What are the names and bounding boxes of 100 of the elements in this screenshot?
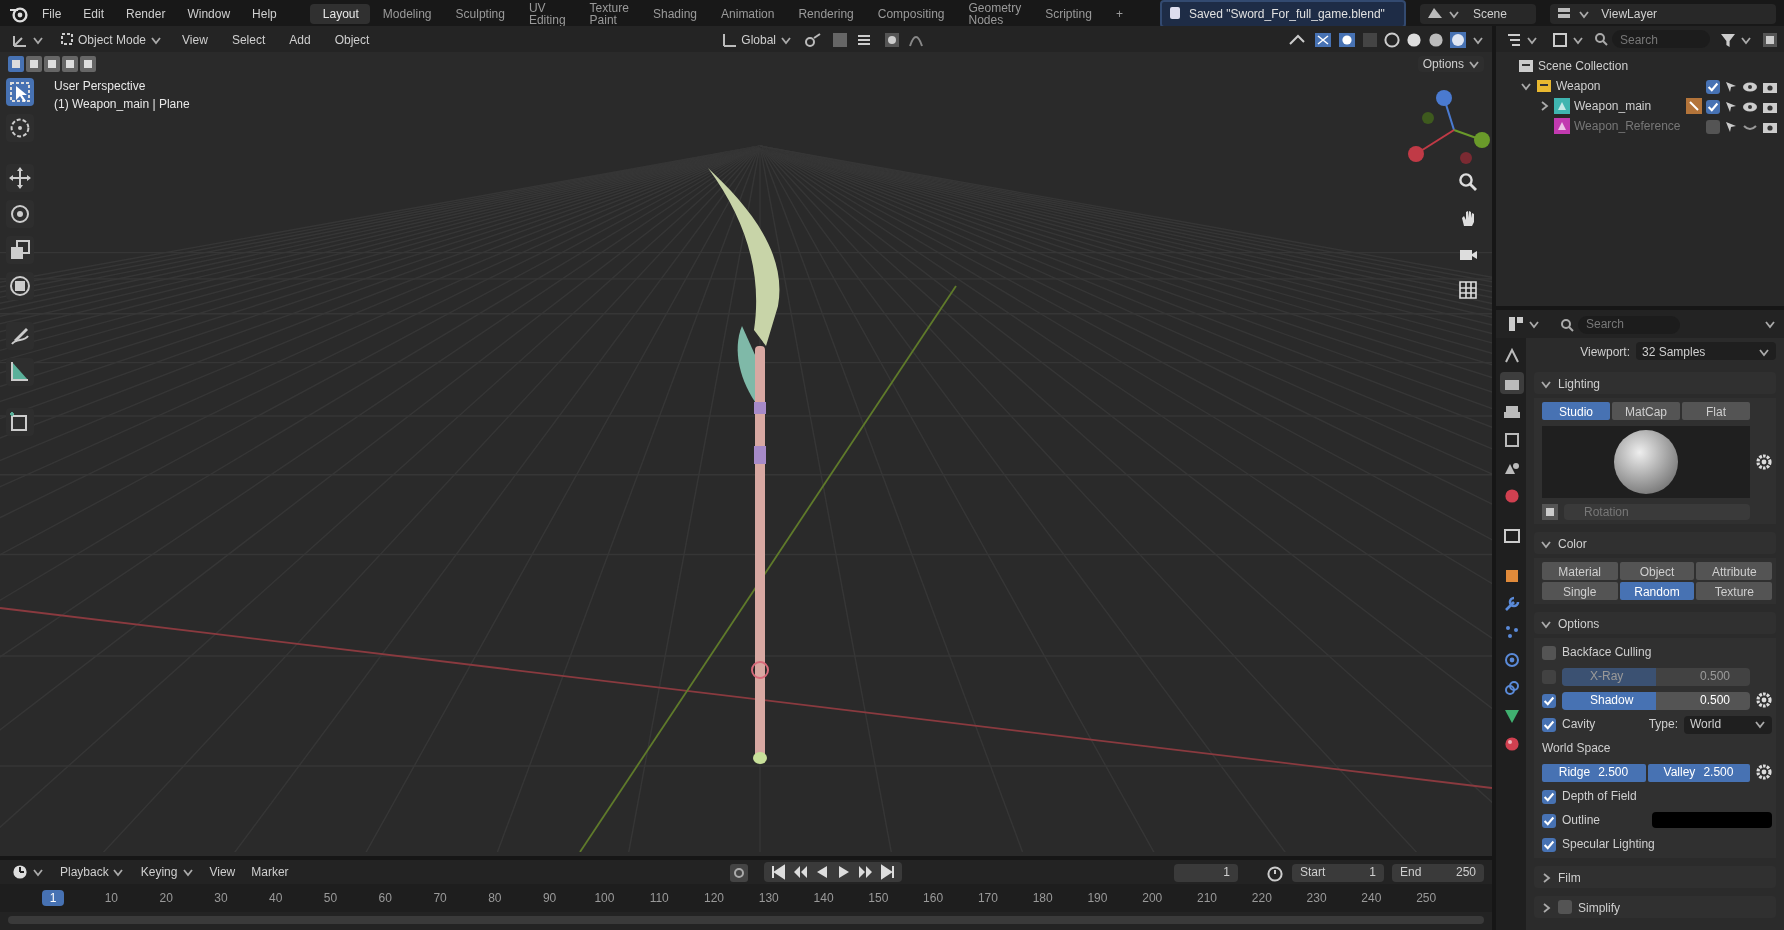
checkbox[interactable] <box>1542 645 1556 659</box>
sphere-drawing <box>1612 428 1680 496</box>
tool-button[interactable] <box>6 408 34 436</box>
filled-square-icon <box>1503 567 1519 583</box>
checkbox[interactable] <box>1558 900 1572 914</box>
studio-light-preview[interactable] <box>1542 426 1750 498</box>
scale-icon <box>8 238 32 262</box>
eye-icon[interactable] <box>1742 79 1758 93</box>
properties-tab[interactable] <box>1499 676 1523 698</box>
proportional-edit-icon[interactable] <box>884 31 900 47</box>
tool-button[interactable] <box>6 236 34 264</box>
tool-button[interactable] <box>6 78 34 106</box>
solid-shading-icon[interactable] <box>1406 31 1422 47</box>
chevron-down-icon[interactable] <box>1764 318 1776 330</box>
properties-tab[interactable] <box>1499 524 1523 546</box>
chevron-down-icon <box>780 33 792 45</box>
axes-icon <box>12 31 28 47</box>
tool-button[interactable] <box>6 322 34 350</box>
camera-icon[interactable] <box>1762 79 1778 93</box>
magnifier-icon[interactable] <box>1458 172 1478 192</box>
falloff-curve-icon[interactable] <box>908 31 924 47</box>
properties-tab[interactable] <box>1499 400 1523 422</box>
printer-icon <box>1503 403 1519 419</box>
jump-end-icon[interactable] <box>880 864 897 880</box>
sphere-icon <box>1503 735 1519 751</box>
axes-icon <box>721 31 738 47</box>
properties-tab[interactable] <box>1499 344 1523 366</box>
editor-type-button[interactable] <box>1504 314 1544 334</box>
editor-type-button[interactable] <box>8 862 48 882</box>
new-collection-icon[interactable] <box>1762 31 1778 47</box>
record-icon[interactable] <box>730 863 749 881</box>
play-icon[interactable] <box>836 864 853 880</box>
cube-icon <box>8 410 32 434</box>
chevron-down-icon <box>181 866 194 878</box>
overlays-icon[interactable] <box>1338 31 1356 47</box>
modifier-wrench-icon <box>1686 98 1702 114</box>
editor-type-button[interactable] <box>1502 29 1542 49</box>
list-icon <box>1506 31 1522 47</box>
filter-button[interactable] <box>1716 29 1756 49</box>
tool-button[interactable] <box>6 164 34 192</box>
chevron-down-icon[interactable] <box>1472 33 1484 45</box>
globe-icon <box>1503 487 1519 503</box>
hand-icon[interactable] <box>1458 208 1478 228</box>
orbit-icon <box>1503 651 1519 667</box>
previous-keyframe-icon[interactable] <box>792 864 809 880</box>
properties-icon <box>1508 316 1524 332</box>
gear-icon[interactable] <box>1756 692 1772 708</box>
tool-button[interactable] <box>6 272 34 300</box>
checkbox[interactable] <box>1542 717 1556 731</box>
chevron-down-icon <box>112 866 125 878</box>
chevron-down-icon <box>1526 33 1538 45</box>
axis-gizmo-drawing <box>1408 90 1490 164</box>
ruler-icon <box>8 360 32 384</box>
tool-button[interactable] <box>6 114 34 142</box>
transform-icon <box>8 274 32 298</box>
snap-increment-icon[interactable] <box>856 31 876 47</box>
wrench-icon <box>1503 595 1519 611</box>
checkbox[interactable] <box>1542 693 1556 707</box>
properties-tab[interactable] <box>1499 428 1523 450</box>
properties-tab[interactable] <box>1499 732 1523 754</box>
tool-button[interactable] <box>6 358 34 386</box>
chevron-down-icon <box>32 866 44 878</box>
color-swatch[interactable] <box>1652 812 1772 828</box>
square-icon <box>60 32 74 46</box>
next-keyframe-icon[interactable] <box>858 864 875 880</box>
eye-icon[interactable] <box>1742 99 1758 113</box>
rendered-shading-icon[interactable] <box>1450 31 1466 47</box>
material-shading-icon[interactable] <box>1428 31 1444 47</box>
chevron-down-icon <box>1448 7 1461 19</box>
pivot-icon[interactable] <box>804 31 824 47</box>
wireframe-shading-icon[interactable] <box>1384 31 1400 47</box>
chevron-down-icon <box>1468 58 1480 70</box>
grid-icon[interactable] <box>1458 280 1478 300</box>
gizmo-icon[interactable] <box>1314 31 1332 47</box>
properties-tab[interactable] <box>1499 704 1523 726</box>
checkbox[interactable] <box>1706 99 1720 113</box>
search-icon <box>1594 32 1608 46</box>
properties-tab[interactable] <box>1499 372 1523 394</box>
gear-icon[interactable] <box>1756 454 1772 470</box>
display-mode-button[interactable] <box>1548 29 1588 49</box>
link-icon <box>1503 679 1519 695</box>
crosshair-circle-icon <box>8 116 32 140</box>
play-reverse-icon[interactable] <box>814 864 831 880</box>
tool-button[interactable] <box>6 200 34 228</box>
camera-icon[interactable] <box>1762 99 1778 113</box>
chevron-down-icon <box>32 33 44 45</box>
chevron-down-icon <box>1528 318 1540 330</box>
checkbox[interactable] <box>1542 789 1556 803</box>
stopwatch-icon[interactable] <box>1266 863 1284 881</box>
jump-start-icon[interactable] <box>770 864 787 880</box>
checkbox[interactable] <box>1706 79 1720 93</box>
checkbox[interactable] <box>1542 813 1556 827</box>
camera-icon[interactable] <box>1458 244 1478 264</box>
move-arrows-icon <box>8 166 32 190</box>
new-selection-icon[interactable] <box>8 56 24 72</box>
properties-tab[interactable] <box>1499 648 1523 670</box>
checkbox[interactable] <box>1542 837 1556 851</box>
logo-icon[interactable] <box>8 3 28 23</box>
pen-icon <box>8 324 32 348</box>
gear-icon[interactable] <box>1756 764 1772 780</box>
